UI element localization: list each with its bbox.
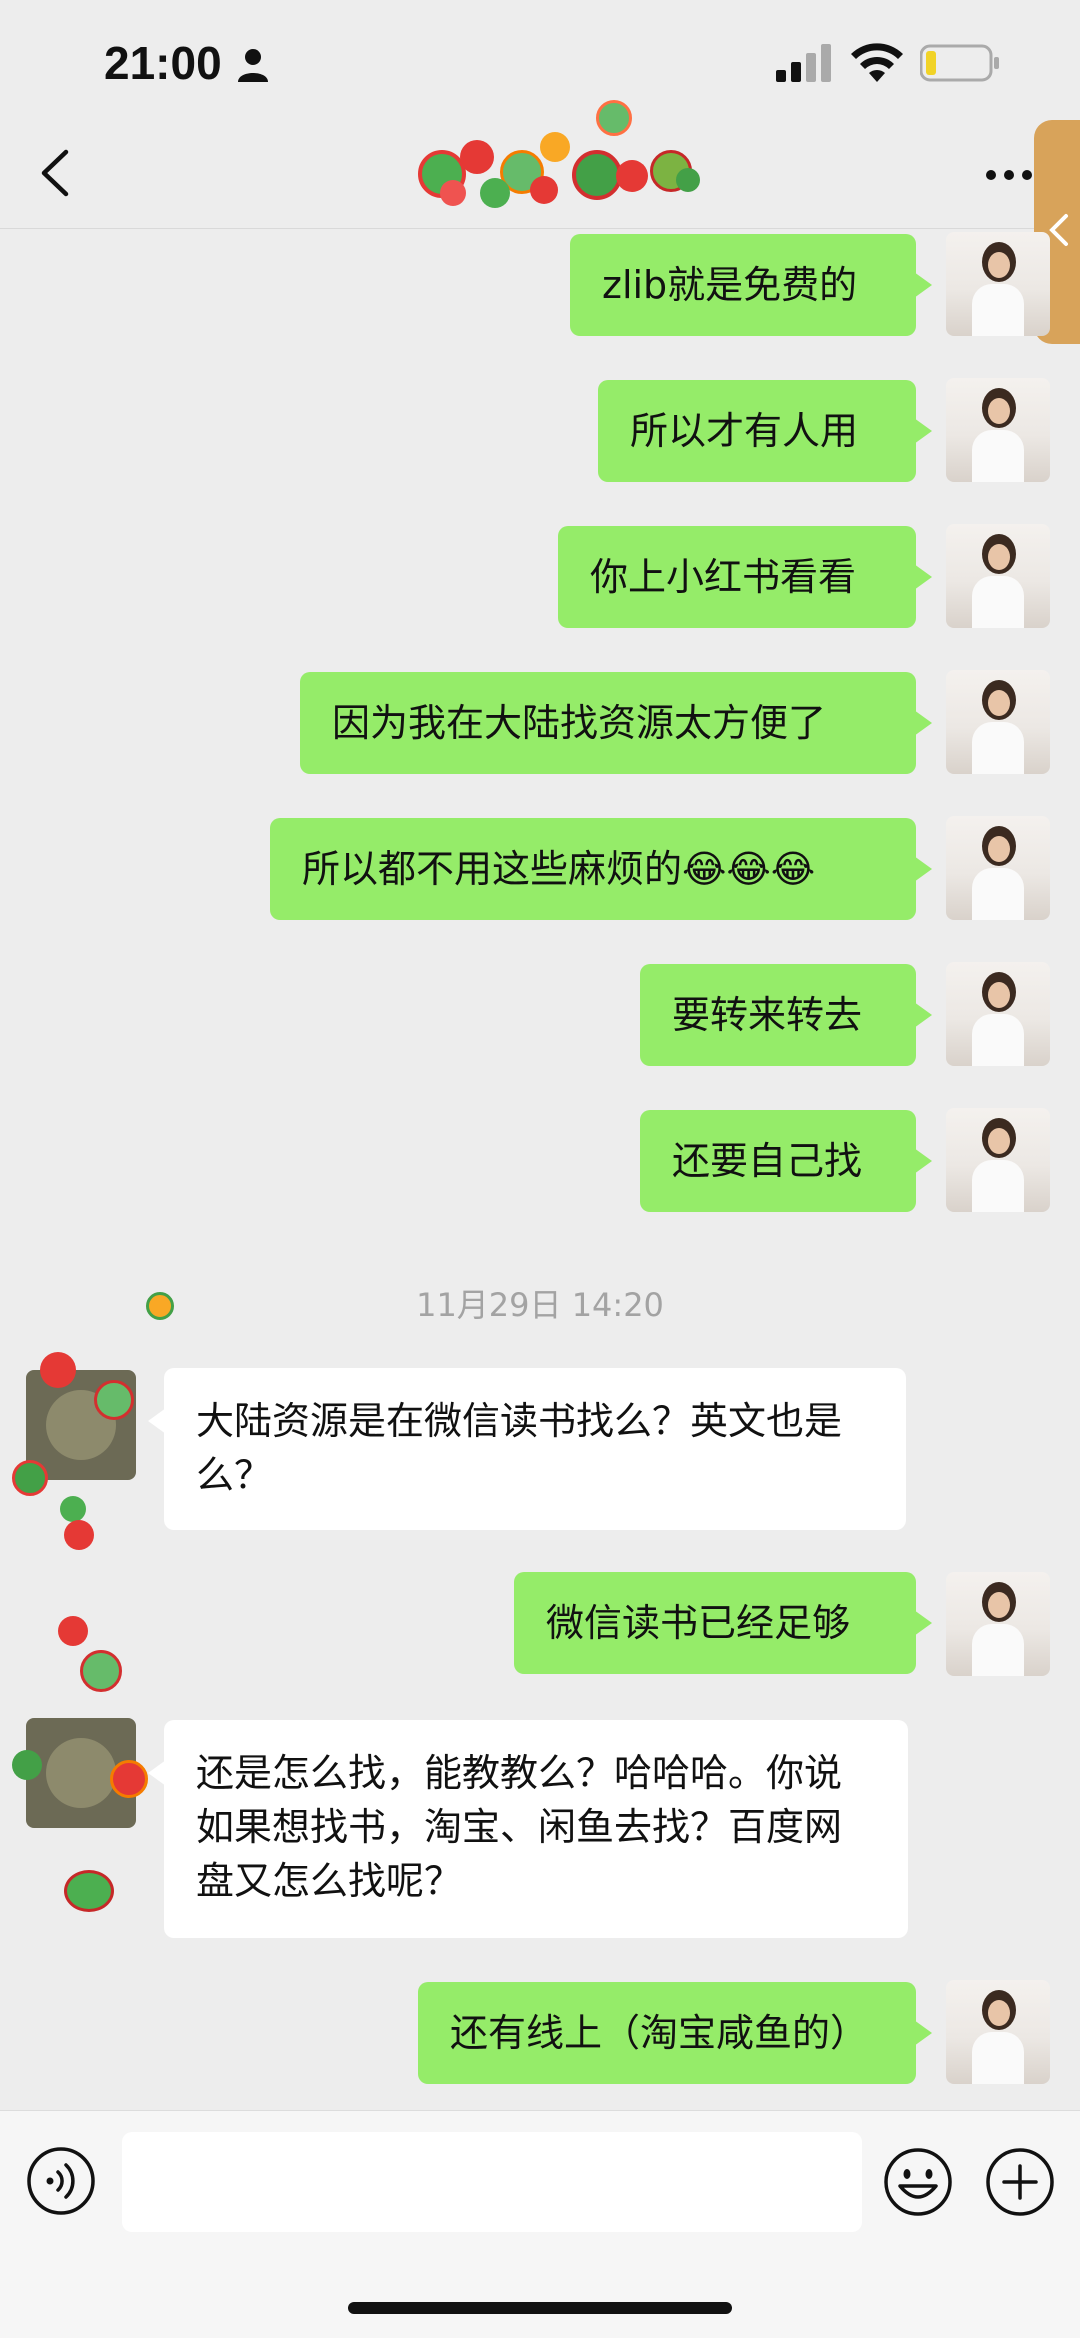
status-time: 21:00 [104,37,222,89]
avatar[interactable] [946,1980,1050,2084]
home-indicator [348,2302,732,2314]
avatar[interactable] [946,1108,1050,1212]
avatar[interactable] [946,816,1050,920]
message-bubble-incoming[interactable]: 还是怎么找，能教教么？哈哈哈。你说如果想找书，淘宝、闲鱼去找？百度网盘又怎么找呢… [148,1720,908,1938]
avatar[interactable] [946,524,1050,628]
status-bar: 21:00 [0,0,1080,130]
avatar[interactable] [946,962,1050,1066]
battery-icon [920,44,999,82]
message-bubble-outgoing[interactable]: 要转来转去 [640,964,932,1066]
avatar[interactable] [946,670,1050,774]
more-dots-icon[interactable] [984,168,1034,182]
wifi-icon [851,43,903,82]
signal-icon [776,44,831,82]
chevron-left-icon[interactable] [36,146,76,200]
message-bubble-incoming[interactable]: 大陆资源是在微信读书找么？英文也是么？ [148,1368,906,1530]
avatar[interactable] [946,1572,1050,1676]
person-icon [238,49,268,82]
avatar[interactable] [946,232,1050,336]
message-bubble-outgoing[interactable]: 因为我在大陆找资源太方便了 [300,672,932,774]
chevron-left-icon [1049,214,1068,246]
message-bubble-outgoing[interactable]: zlib就是免费的 [570,234,932,336]
message-bubble-outgoing[interactable]: 还要自己找 [640,1110,932,1212]
message-bubble-outgoing[interactable]: 还有线上（淘宝咸鱼的） [418,1982,932,2084]
message-bubble-outgoing[interactable]: 微信读书已经足够 [514,1572,932,1674]
plus-icon[interactable] [984,2146,1056,2218]
emoji-icon[interactable] [882,2146,954,2218]
message-input[interactable] [122,2132,862,2232]
message-bubble-outgoing[interactable]: 所以才有人用 [598,380,932,482]
message-bubble-outgoing[interactable]: 所以都不用这些麻烦的😂😂😂 [270,818,932,920]
voice-icon[interactable] [26,2146,96,2216]
message-bubble-outgoing[interactable]: 你上小红书看看 [558,526,932,628]
avatar[interactable] [946,378,1050,482]
